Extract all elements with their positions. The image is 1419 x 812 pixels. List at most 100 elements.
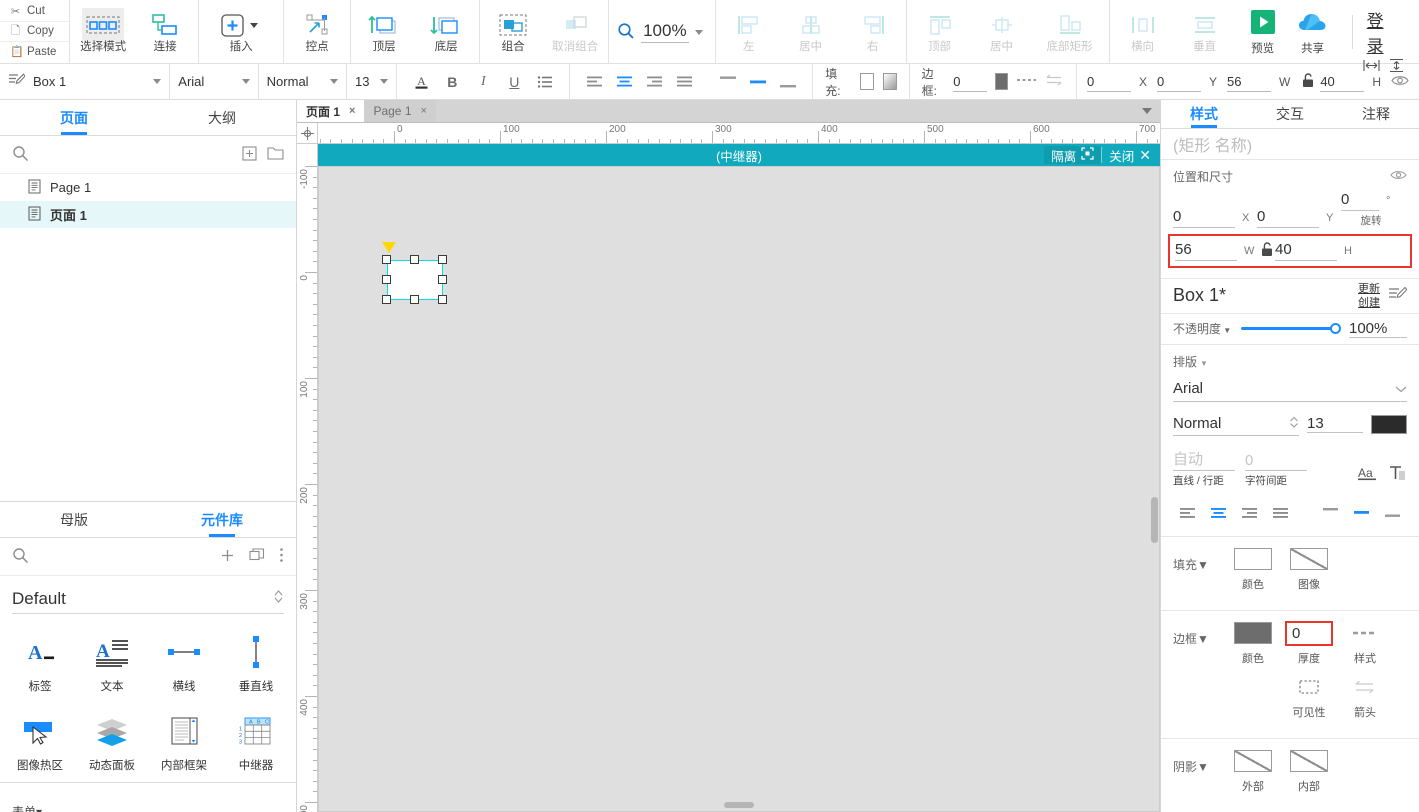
- border-color-button[interactable]: 颜色: [1225, 620, 1281, 666]
- fill-image-button[interactable]: 图像: [1281, 546, 1337, 592]
- canvas-surface[interactable]: [318, 166, 1160, 812]
- distribute-v-button[interactable]: 垂直: [1174, 3, 1236, 61]
- align-center-icon[interactable]: [610, 68, 638, 96]
- h-input[interactable]: [1320, 71, 1365, 92]
- border-width-input[interactable]: [953, 71, 988, 92]
- typography-header[interactable]: 排版 ▼: [1173, 353, 1407, 370]
- create-style-link[interactable]: 创建: [1358, 297, 1380, 309]
- widget-vline[interactable]: 垂直线: [220, 624, 292, 703]
- control-point-button[interactable]: 控点: [286, 3, 348, 61]
- font-color-icon[interactable]: A: [407, 68, 435, 96]
- paste-button[interactable]: 📋 Paste: [0, 42, 69, 62]
- align-top-icon[interactable]: [714, 68, 742, 96]
- border-section-header[interactable]: 边框▼: [1173, 620, 1225, 647]
- share-button[interactable]: 共享: [1288, 9, 1338, 56]
- widget-style-name[interactable]: Box 1*: [1173, 285, 1358, 306]
- x-input[interactable]: [1086, 71, 1131, 92]
- font-weight-select[interactable]: Normal: [267, 70, 339, 94]
- library-footer[interactable]: 表单▾: [0, 782, 296, 812]
- border-arrow-button[interactable]: 箭头: [1337, 674, 1393, 720]
- pages-search-input[interactable]: [39, 147, 232, 162]
- more-options-icon[interactable]: [279, 547, 284, 566]
- canvas-vertical-scrollbar[interactable]: [1151, 497, 1158, 543]
- y-input[interactable]: [1156, 71, 1201, 92]
- align-left-button[interactable]: 左: [718, 3, 780, 61]
- align-middle-icon[interactable]: [1348, 498, 1376, 526]
- send-to-back-button[interactable]: 底层: [415, 3, 477, 61]
- tab-masters[interactable]: 母版: [0, 502, 148, 537]
- align-bottom-icon[interactable]: [1379, 498, 1407, 526]
- eye-icon[interactable]: [1390, 169, 1407, 184]
- page-item-page1[interactable]: Page 1: [0, 174, 296, 201]
- widget-name-field[interactable]: (矩形 名称): [1161, 129, 1419, 161]
- select-mode-button[interactable]: 选择模式: [72, 3, 134, 61]
- w-input[interactable]: [1226, 71, 1271, 92]
- search-icon[interactable]: [12, 547, 29, 567]
- tab-notes[interactable]: 注释: [1333, 100, 1419, 128]
- y-input[interactable]: [1257, 208, 1319, 229]
- canvas-tabs-overflow-icon[interactable]: [1142, 108, 1152, 114]
- h-input[interactable]: [1275, 241, 1337, 262]
- tab-widget-library[interactable]: 元件库: [148, 502, 296, 537]
- tab-outline[interactable]: 大纲: [148, 100, 296, 135]
- opacity-slider[interactable]: [1241, 322, 1341, 336]
- horizontal-ruler[interactable]: 0 100 200 300 400 500 600 700: [318, 123, 1160, 144]
- rotate-handle-icon[interactable]: [382, 242, 396, 253]
- w-input[interactable]: [1175, 241, 1237, 262]
- align-right-icon[interactable]: [640, 68, 668, 96]
- align-center-icon[interactable]: [1204, 498, 1232, 526]
- align-right-button[interactable]: 右: [842, 3, 904, 61]
- border-thickness-input[interactable]: [1287, 624, 1331, 642]
- duplicate-icon[interactable]: [249, 547, 265, 566]
- fill-color-swatch[interactable]: [859, 73, 874, 90]
- underline-icon[interactable]: U: [500, 68, 528, 96]
- cut-button[interactable]: ✂ Cut: [0, 2, 70, 22]
- font-color-swatch[interactable]: [1371, 414, 1407, 434]
- letter-spacing-field[interactable]: 0 字符间距: [1245, 452, 1307, 488]
- ruler-origin-icon[interactable]: [297, 123, 317, 144]
- close-repeater-button[interactable]: 关闭 ✕: [1102, 146, 1158, 164]
- align-bottom-button[interactable]: 底部矩形: [1033, 3, 1107, 61]
- border-arrow-icon[interactable]: [1044, 73, 1064, 90]
- page-item-yemian1[interactable]: 页面 1: [0, 201, 296, 228]
- resize-handle-e[interactable]: [438, 275, 447, 284]
- align-middle-icon[interactable]: [744, 68, 772, 96]
- add-page-icon[interactable]: [242, 145, 257, 164]
- fill-section-header[interactable]: 填充▼: [1173, 546, 1225, 573]
- align-justify-icon[interactable]: [670, 68, 698, 96]
- border-style-button[interactable]: 样式: [1337, 620, 1393, 666]
- opacity-input[interactable]: [1349, 319, 1407, 338]
- preview-button[interactable]: 预览: [1238, 9, 1288, 56]
- tab-interactions[interactable]: 交互: [1247, 100, 1333, 128]
- resize-handle-w[interactable]: [382, 275, 391, 284]
- border-visibility-button[interactable]: 可见性: [1281, 674, 1337, 720]
- new-folder-icon[interactable]: [267, 146, 284, 163]
- font-family-select[interactable]: Arial: [1173, 376, 1407, 402]
- close-icon[interactable]: ×: [421, 105, 427, 117]
- align-center-h-button[interactable]: 居中: [780, 3, 842, 61]
- resize-handle-s[interactable]: [410, 295, 419, 304]
- vertical-ruler[interactable]: -100 0 100 200 300 400 500: [297, 123, 318, 812]
- connect-button[interactable]: 连接: [134, 3, 196, 61]
- canvas-tab-yemian1[interactable]: 页面 1 ×: [297, 100, 365, 122]
- zoom-control[interactable]: 100%: [609, 0, 716, 64]
- align-bottom-icon[interactable]: [774, 68, 802, 96]
- resize-handle-ne[interactable]: [438, 255, 447, 264]
- style-edit-icon[interactable]: [1388, 285, 1408, 306]
- resize-handle-se[interactable]: [438, 295, 447, 304]
- font-weight-select[interactable]: Normal: [1173, 412, 1299, 436]
- fill-gradient-swatch[interactable]: [882, 73, 897, 90]
- x-input[interactable]: [1173, 208, 1235, 229]
- library-select[interactable]: Default: [12, 584, 284, 614]
- fill-color-button[interactable]: 颜色: [1225, 546, 1281, 592]
- font-size-select[interactable]: 13: [355, 70, 389, 94]
- bring-to-front-button[interactable]: 顶层: [353, 3, 415, 61]
- chevron-down-icon[interactable]: [694, 29, 703, 35]
- inner-shadow-button[interactable]: 内部: [1281, 748, 1337, 794]
- border-color-swatch[interactable]: [995, 73, 1008, 90]
- align-right-icon[interactable]: [1235, 498, 1263, 526]
- login-button[interactable]: 登录: [1367, 7, 1419, 57]
- add-library-icon[interactable]: [220, 548, 235, 566]
- align-left-icon[interactable]: [1173, 498, 1201, 526]
- align-top-icon[interactable]: [1317, 498, 1345, 526]
